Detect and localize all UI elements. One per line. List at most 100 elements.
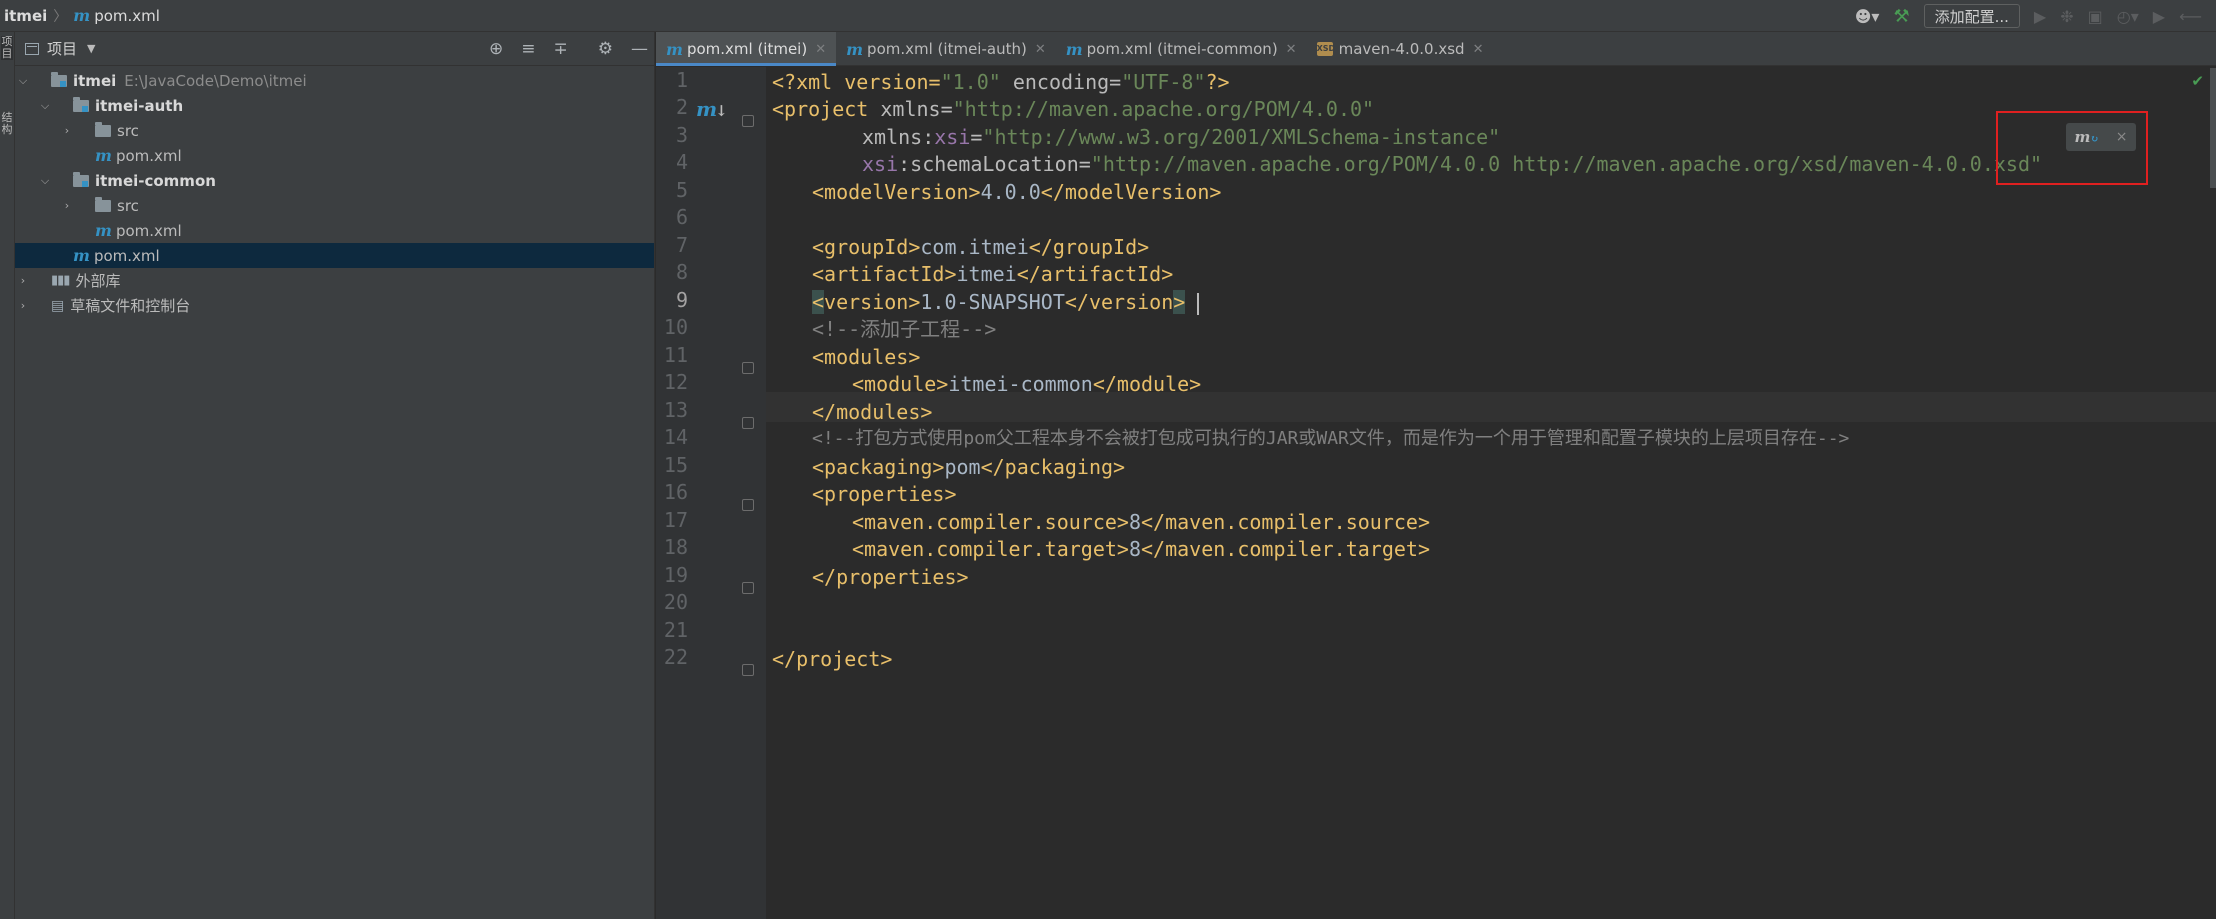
hide-panel-icon[interactable]: — bbox=[631, 39, 648, 59]
project-tree: ⌵ itmei E:\JavaCode\Demo\itmei ⌵ itmei-a… bbox=[15, 68, 654, 318]
code-line-8: <artifactId>itmei</artifactId> bbox=[812, 262, 1174, 286]
close-icon[interactable]: × bbox=[2116, 129, 2128, 145]
maven-gutter-icon[interactable]: m↓ bbox=[696, 97, 728, 121]
library-icon: ▮▮▮ bbox=[51, 273, 70, 288]
tree-label: itmei bbox=[73, 71, 117, 90]
tree-node-itmei-auth[interactable]: ⌵ itmei-auth bbox=[15, 93, 654, 118]
project-panel: 项目 ▼ ⊕ ≡ ∓ ⚙ — ⌵ itmei E:\JavaCode\Demo\… bbox=[15, 32, 655, 919]
code-line-10: <!--添加子工程--> bbox=[812, 317, 997, 341]
strip-project-tab[interactable]: 项目 bbox=[1, 36, 13, 60]
line-number: 1 bbox=[675, 68, 688, 92]
tree-node-scratches[interactable]: › ▤ 草稿文件和控制台 bbox=[15, 293, 654, 318]
tree-label: 外部库 bbox=[75, 272, 121, 290]
project-panel-tools: ⊕ ≡ ∓ ⚙ — bbox=[489, 32, 648, 66]
tab-label: pom.xml (itmei) bbox=[686, 40, 808, 58]
editor-gutter: 1 2 3 4 5 6 7 8 9 10 11 12 13 14 15 16 1… bbox=[656, 67, 766, 919]
tree-node-pom[interactable]: m pom.xml bbox=[15, 143, 654, 168]
run-next-icon[interactable]: ▶ bbox=[2153, 7, 2165, 26]
fold-marker-icon[interactable] bbox=[742, 582, 754, 594]
breadcrumb-file[interactable]: pom.xml bbox=[94, 7, 160, 25]
code-line-19: </properties> bbox=[812, 565, 969, 589]
maven-file-icon: m bbox=[73, 246, 90, 265]
chevron-right-icon[interactable]: › bbox=[17, 299, 29, 312]
tab-pom-itmei[interactable]: m pom.xml (itmei) ✕ bbox=[656, 32, 837, 66]
line-number: 3 bbox=[675, 123, 688, 147]
close-icon[interactable]: ✕ bbox=[1286, 42, 1297, 57]
xsd-file-icon: XSD bbox=[1316, 42, 1335, 56]
line-number: 8 bbox=[675, 260, 688, 284]
tab-pom-itmei-auth[interactable]: m pom.xml (itmei-auth) ✕ bbox=[836, 32, 1056, 66]
tree-path: E:\JavaCode\Demo\itmei bbox=[124, 71, 307, 90]
line-number: 21 bbox=[663, 618, 688, 642]
tree-label: pom.xml bbox=[93, 246, 160, 265]
maven-reload-icon[interactable]: m↻ bbox=[2075, 128, 2099, 146]
maven-reload-popup: m↻ × bbox=[1996, 111, 2148, 185]
line-number: 17 bbox=[663, 508, 688, 532]
fold-marker-icon[interactable] bbox=[742, 115, 754, 127]
fold-marker-icon[interactable] bbox=[742, 417, 754, 429]
debug-icon[interactable]: ❉ bbox=[2060, 7, 2073, 26]
chevron-down-icon[interactable]: ⌵ bbox=[39, 174, 51, 188]
tree-node-root-pom[interactable]: m pom.xml bbox=[15, 243, 654, 268]
title-bar: itmei 〉 m pom.xml ☻▾ ⚒ 添加配置... ▶ ❉ ▣ ◴▾ … bbox=[0, 0, 2216, 32]
chevron-right-icon[interactable]: › bbox=[61, 199, 73, 212]
fold-marker-icon[interactable] bbox=[742, 499, 754, 511]
breadcrumb: itmei 〉 m pom.xml bbox=[0, 0, 160, 32]
build-hammer-icon[interactable]: ⚒ bbox=[1893, 6, 1909, 27]
maven-file-icon: m bbox=[846, 39, 864, 59]
line-number: 11 bbox=[663, 343, 688, 367]
profiler-icon[interactable]: ◴▾ bbox=[2117, 7, 2139, 26]
maven-file-icon: m bbox=[666, 39, 683, 59]
maven-file-icon: m bbox=[73, 6, 91, 25]
chevron-down-icon[interactable]: ⌵ bbox=[17, 74, 29, 88]
code-line-18: <maven.compiler.target>8</maven.compiler… bbox=[852, 537, 1430, 561]
breadcrumb-separator: 〉 bbox=[53, 8, 68, 25]
back-icon[interactable]: ⟵ bbox=[2179, 7, 2202, 26]
line-number: 9 bbox=[675, 288, 688, 312]
maven-file-icon: m bbox=[95, 221, 112, 240]
tree-node-src[interactable]: › src bbox=[15, 118, 654, 143]
tab-pom-itmei-common[interactable]: m pom.xml (itmei-common) ✕ bbox=[1056, 32, 1307, 66]
tree-node-itmei-common[interactable]: ⌵ itmei-common bbox=[15, 168, 654, 193]
project-panel-title[interactable]: 项目 bbox=[47, 38, 77, 59]
expand-all-icon[interactable]: ≡ bbox=[521, 39, 535, 59]
collapse-all-icon[interactable]: ∓ bbox=[554, 39, 568, 59]
line-number: 14 bbox=[663, 425, 688, 449]
tab-maven-xsd[interactable]: XSD maven-4.0.0.xsd ✕ bbox=[1307, 32, 1494, 66]
tree-node-pom[interactable]: m pom.xml bbox=[15, 218, 654, 243]
fold-marker-icon[interactable] bbox=[742, 664, 754, 676]
tree-node-external-libraries[interactable]: › ▮▮▮ 外部库 bbox=[15, 268, 654, 293]
inspection-ok-icon[interactable]: ✔ bbox=[2191, 72, 2204, 90]
close-icon[interactable]: ✕ bbox=[1035, 42, 1046, 57]
code-line-14: <!--打包方式使用pom父工程本身不会被打包成可执行的JAR或WAR文件，而是… bbox=[812, 428, 1850, 449]
locate-file-icon[interactable]: ⊕ bbox=[489, 39, 503, 59]
fold-marker-icon[interactable] bbox=[742, 362, 754, 374]
tree-node-src[interactable]: › src bbox=[15, 193, 654, 218]
chevron-down-icon[interactable]: ⌵ bbox=[39, 99, 51, 113]
strip-structure-tab[interactable]: 结构 bbox=[1, 112, 13, 152]
user-account-icon[interactable]: ☻▾ bbox=[1855, 7, 1880, 26]
gear-icon[interactable]: ⚙ bbox=[598, 39, 613, 59]
tree-node-itmei[interactable]: ⌵ itmei E:\JavaCode\Demo\itmei bbox=[15, 68, 654, 93]
code-line-17: <maven.compiler.source>8</maven.compiler… bbox=[852, 510, 1430, 534]
folder-icon bbox=[95, 121, 111, 137]
breadcrumb-project[interactable]: itmei bbox=[4, 7, 47, 25]
code-line-15: <packaging>pom</packaging> bbox=[812, 455, 1126, 479]
coverage-icon[interactable]: ▣ bbox=[2088, 7, 2103, 26]
chevron-right-icon[interactable]: › bbox=[17, 274, 29, 287]
chevron-down-icon[interactable]: ▼ bbox=[87, 42, 95, 55]
run-icon[interactable]: ▶ bbox=[2034, 7, 2046, 26]
tree-label: 草稿文件和控制台 bbox=[70, 297, 191, 315]
line-number: 22 bbox=[663, 645, 688, 669]
close-icon[interactable]: ✕ bbox=[815, 42, 826, 57]
scrollbar[interactable] bbox=[2210, 68, 2216, 188]
code-line-3: xmlns:xsi="http://www.w3.org/2001/XMLSch… bbox=[862, 125, 1501, 149]
module-folder-icon bbox=[73, 171, 89, 187]
line-number: 15 bbox=[663, 453, 688, 477]
add-configuration-button[interactable]: 添加配置... bbox=[1923, 4, 2020, 28]
close-icon[interactable]: ✕ bbox=[1473, 42, 1484, 57]
chevron-right-icon[interactable]: › bbox=[61, 124, 73, 137]
line-number: 2 bbox=[675, 95, 688, 119]
code-editor[interactable]: <?xml version="1.0" encoding="UTF-8"?> <… bbox=[760, 67, 2216, 919]
module-folder-icon bbox=[73, 96, 89, 112]
